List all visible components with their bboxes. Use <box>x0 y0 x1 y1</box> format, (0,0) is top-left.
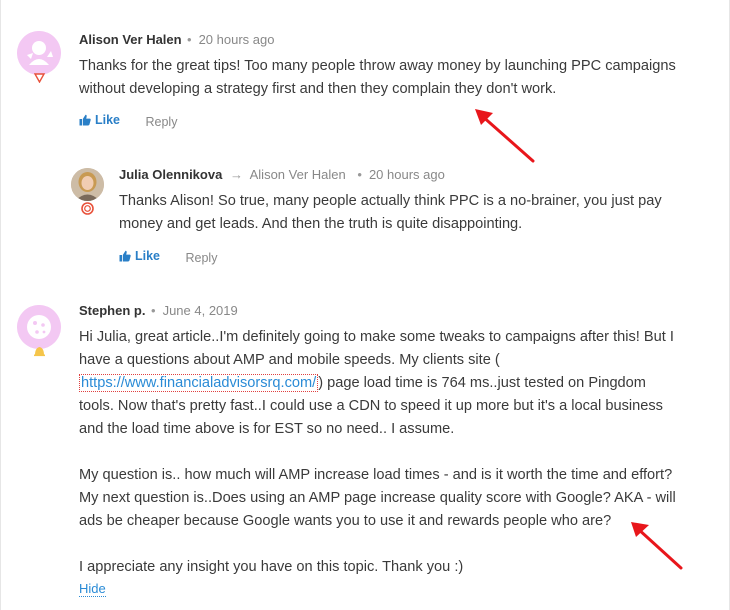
comment-meta: • June 4, 2019 <box>151 303 238 318</box>
like-label: Like <box>95 113 121 127</box>
comment-text-line: and the load time above is for EST so no… <box>79 421 455 437</box>
comments-thread: Alison Ver Halen • 20 hours ago Thanks fo… <box>0 0 730 610</box>
comment-time: 20 hours ago <box>198 32 275 47</box>
comment-text-line: Hi Julia, great article..I'm definitely … <box>79 329 674 345</box>
rank-badge-icon <box>81 202 94 215</box>
comment-actions: Like Reply <box>79 113 177 129</box>
red-pointer-arrow <box>631 522 683 570</box>
comment-text-line: without developing a strategy first and … <box>79 81 557 97</box>
reply-arrow-icon: → <box>230 167 243 182</box>
comment-text-fragment: ) page load time is 764 ms..just tested … <box>318 375 646 391</box>
like-label: Like <box>135 249 161 263</box>
hide-button[interactable]: Hide <box>79 581 106 597</box>
site-link[interactable]: https://www.financialadvisorsrq.com/ <box>79 374 319 392</box>
avatar[interactable] <box>71 168 104 201</box>
comment-author[interactable]: Stephen p. <box>79 303 145 318</box>
like-button[interactable]: Like <box>79 113 120 127</box>
avatar[interactable] <box>17 31 61 75</box>
comment-text-line: https://www.financialadvisorsrq.com/) pa… <box>79 372 724 395</box>
comment-text-line: have a questions about AMP and mobile sp… <box>79 352 500 368</box>
reply-button[interactable]: Reply <box>146 115 178 129</box>
comment-body: Thanks for the great tips! Too many peop… <box>79 55 719 101</box>
comment-text-line: Thanks for the great tips! Too many peop… <box>79 58 676 74</box>
cookie-avatar-icon <box>17 305 61 349</box>
rank-badge-icon <box>34 73 45 83</box>
comment-text-line: My question is.. how much will AMP incre… <box>79 467 673 483</box>
comment-body: Thanks Alison! So true, many people actu… <box>119 190 719 236</box>
avatar[interactable] <box>17 305 61 349</box>
comment-time: June 4, 2019 <box>162 303 238 318</box>
comment-author[interactable]: Julia Olennikova <box>119 167 222 182</box>
comment-meta: • 20 hours ago <box>187 32 275 47</box>
comment-text-line: My next question is..Does using an AMP p… <box>79 490 676 506</box>
comment-time: 20 hours ago <box>368 167 445 182</box>
thumbs-up-icon <box>119 250 131 262</box>
like-button[interactable]: Like <box>119 249 160 263</box>
comment-text-line: money and get leads. And then the truth … <box>119 216 523 232</box>
bell-badge-icon <box>34 347 45 357</box>
reply-button[interactable]: Reply <box>186 251 218 265</box>
comment-meta: → Alison Ver Halen • 20 hours ago <box>230 167 445 182</box>
comment-text-line: Thanks Alison! So true, many people actu… <box>119 193 662 209</box>
comment-author[interactable]: Alison Ver Halen <box>79 32 182 47</box>
comment-actions: Like Reply <box>119 249 217 265</box>
thumbs-up-icon <box>79 114 91 126</box>
astronaut-avatar-icon <box>17 31 61 75</box>
profile-photo-icon <box>71 168 104 201</box>
comment-text-line: tools. Now that's pretty fast..I could u… <box>79 398 663 414</box>
reply-to-author[interactable]: Alison Ver Halen <box>250 167 346 182</box>
red-pointer-arrow <box>475 109 535 163</box>
